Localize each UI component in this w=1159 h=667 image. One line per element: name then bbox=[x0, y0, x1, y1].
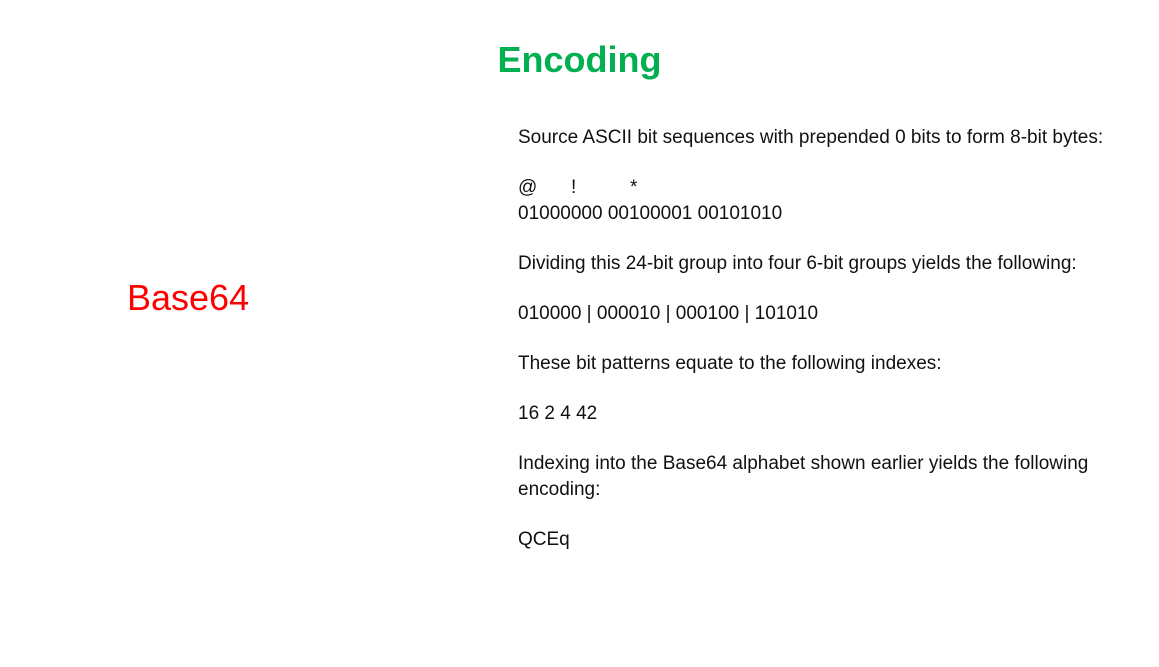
source-chars: @ ! * bbox=[518, 175, 1128, 201]
source-char: @ bbox=[518, 177, 538, 198]
divide-paragraph: Dividing this 24-bit group into four 6-b… bbox=[518, 253, 1077, 274]
encoded-result: QCEq bbox=[518, 529, 570, 550]
body-text: Source ASCII bit sequences with prepende… bbox=[518, 125, 1128, 553]
alphabet-paragraph: Indexing into the Base64 alphabet shown … bbox=[518, 453, 1089, 500]
indexes-paragraph: These bit patterns equate to the followi… bbox=[518, 353, 942, 374]
indexes-values: 16 2 4 42 bbox=[518, 403, 598, 424]
side-label: Base64 bbox=[127, 277, 250, 318]
source-bits: 01000000 00100001 00101010 bbox=[518, 203, 783, 224]
intro-paragraph: Source ASCII bit sequences with prepende… bbox=[518, 127, 1104, 148]
slide-title: Encoding bbox=[497, 39, 662, 80]
six-bit-groups: 010000 | 000010 | 000100 | 101010 bbox=[518, 303, 819, 324]
source-char: * bbox=[630, 177, 638, 198]
source-char: ! bbox=[571, 177, 577, 198]
slide: Encoding Base64 Source ASCII bit sequenc… bbox=[0, 0, 1159, 667]
